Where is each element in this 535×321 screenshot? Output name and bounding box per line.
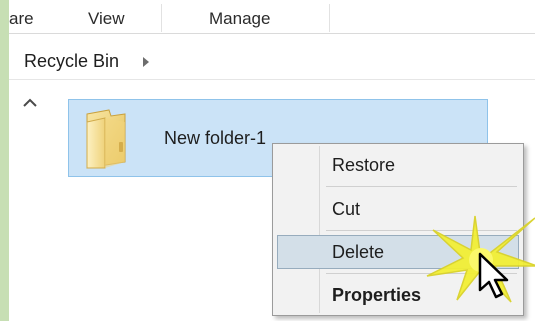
menu-item-label: Restore <box>332 155 396 175</box>
menu-item-restore[interactable]: Restore <box>277 148 519 182</box>
menu-item-label: Properties <box>332 285 422 305</box>
menu-item-label: Delete <box>332 242 385 262</box>
ribbon-divider <box>161 4 162 32</box>
tab-view[interactable]: View <box>88 9 125 29</box>
address-bar[interactable]: Recycle Bin <box>9 44 535 80</box>
chevron-right-icon[interactable] <box>143 57 149 67</box>
menu-separator <box>326 186 517 187</box>
file-name-label: New folder-1 <box>164 128 267 148</box>
folder-icon <box>79 108 131 170</box>
explorer-window: are View Manage Recycle Bin New folder-1… <box>9 0 535 321</box>
mouse-pointer-icon <box>477 252 511 300</box>
menu-item-label: Cut <box>332 199 361 219</box>
tab-share[interactable]: are <box>9 9 34 29</box>
tab-manage[interactable]: Manage <box>209 9 270 29</box>
breadcrumb-recycle-bin[interactable]: Recycle Bin <box>24 51 119 72</box>
ribbon-bar: are View Manage <box>9 0 535 34</box>
ribbon-divider <box>329 4 330 32</box>
chevron-up-icon[interactable] <box>21 95 39 111</box>
